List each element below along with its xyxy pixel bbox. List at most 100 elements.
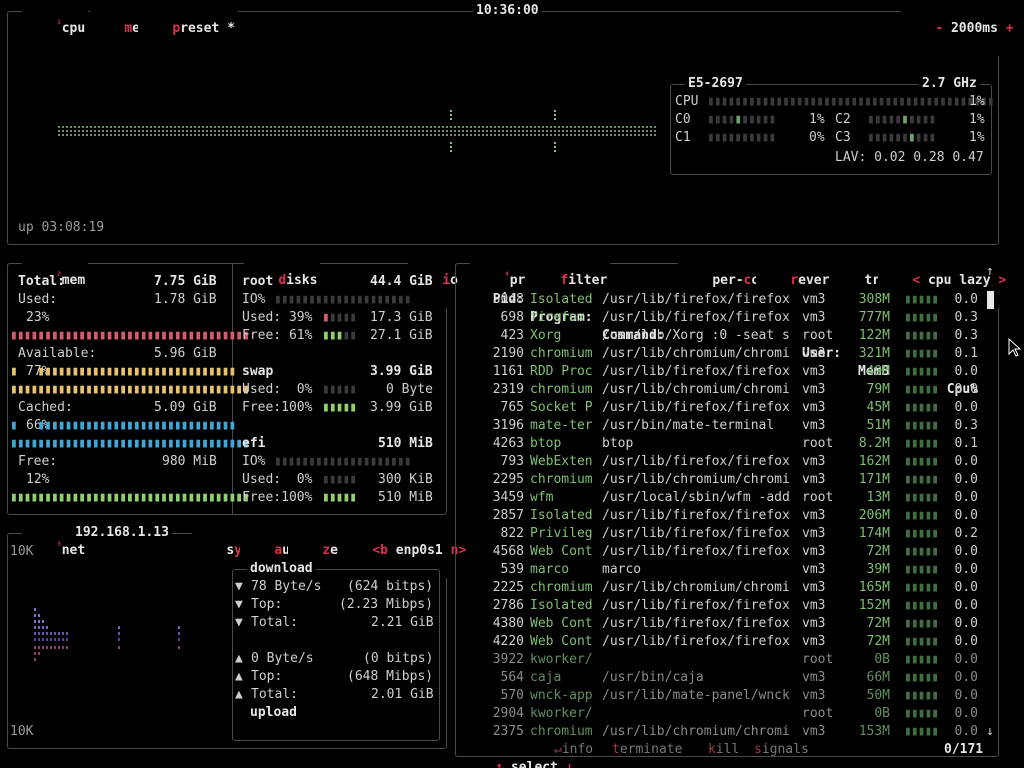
cpu-graph-dot	[334, 126, 336, 128]
cpu-graph-dot	[502, 130, 504, 132]
proc-row[interactable]: 4220 Web Cont/usr/lib/firefox/firefox vm3 7…	[456, 633, 998, 651]
proc-row[interactable]: 2786 Isolated/usr/lib/firefox/firefox vm3 1…	[456, 597, 998, 615]
cpu-graph-spike	[554, 142, 556, 144]
cpu-graph-dot	[98, 134, 100, 136]
cpu-graph-dot	[334, 134, 336, 136]
proc-command: /usr/lib/firefox/firefox	[602, 364, 790, 379]
proc-user: vm3	[802, 472, 826, 487]
cpu-graph-spike	[450, 146, 452, 148]
proc-pid: 4263	[492, 436, 524, 451]
proc-row[interactable]: 3048 Isolated/usr/lib/firefox/firefox vm3 3…	[456, 291, 998, 309]
upload-total-arrow: ▲	[235, 687, 243, 702]
kill-button[interactable]: kill	[708, 741, 739, 759]
cpu-graph-dot	[394, 134, 396, 136]
net-graph-bar	[38, 632, 40, 635]
proc-command: /usr/lib/firefox/firefox	[602, 598, 790, 613]
mem-used-meter: ▮▮▮▮▮▮▮▮▮▮▮▮▮▮▮▮▮▮▮▮▮▮▮▮▮▮▮▮▮▮▮▮▮▮▮	[10, 328, 250, 343]
interval-control[interactable]: - 2000ms +	[901, 2, 1017, 56]
proc-row[interactable]: 765 Socket P/usr/lib/firefox/firefox vm3 45…	[456, 399, 998, 417]
cpu-graph-dot	[370, 126, 372, 128]
proc-scrollbar-thumb[interactable]	[987, 291, 994, 309]
proc-mem: 321M	[858, 346, 890, 361]
proc-row[interactable]: 2190 chromium/usr/lib/chromium/chromi vm3 3…	[456, 345, 998, 363]
proc-row[interactable]: 4380 Web Cont/usr/lib/firefox/firefox vm3 7…	[456, 615, 998, 633]
cpu-graph-dot	[414, 130, 416, 132]
cpu-graph-dot	[438, 126, 440, 128]
proc-row[interactable]: 2225 chromium/usr/lib/chromium/chromi vm3 1…	[456, 579, 998, 597]
proc-pid: 2857	[492, 508, 524, 523]
cpu-graph-dot	[458, 134, 460, 136]
cpu-graph-dot	[418, 126, 420, 128]
proc-row[interactable]: 822 Privileg/usr/lib/firefox/firefox vm3 17…	[456, 525, 998, 543]
proc-row[interactable]: 3922 kworker/root 0B 0.0 ▮▮▮▮▮	[456, 651, 998, 669]
cpu-graph-spike	[554, 114, 556, 116]
cpu-graph-dot	[542, 130, 544, 132]
terminate-button[interactable]: terminate	[612, 741, 682, 759]
proc-mem: 122M	[858, 328, 890, 343]
proc-row[interactable]: 2857 Isolated/usr/lib/firefox/firefox vm3 2…	[456, 507, 998, 525]
proc-program: Isolated	[530, 598, 593, 613]
cpu-graph-dot	[454, 126, 456, 128]
cpu-graph-dot	[214, 134, 216, 136]
proc-row[interactable]: 698 firefox/usr/lib/firefox/firefox vm3 777…	[456, 309, 998, 327]
cpu-graph-dot	[90, 126, 92, 128]
proc-row[interactable]: 793 WebExten/usr/lib/firefox/firefox vm3 16…	[456, 453, 998, 471]
proc-program: Privileg	[530, 526, 593, 541]
proc-row[interactable]: 2904 kworker/root 0B 0.0 ▮▮▮▮▮	[456, 705, 998, 723]
cpu-graph-dot	[562, 134, 564, 136]
select-up-button[interactable]: ↑	[495, 760, 503, 768]
proc-row[interactable]: 423 Xorg/usr/lib/Xorg :0 -seat s root 122M 0…	[456, 327, 998, 345]
disk-root-io-label: IO%	[242, 292, 266, 307]
proc-row[interactable]: 2375 chromium/usr/lib/chromium/chromi vm3 1…	[456, 723, 998, 741]
cpu-graph-dot	[166, 134, 168, 136]
proc-pid: 2375	[492, 724, 524, 739]
cpu-graph-dot	[266, 126, 268, 128]
disk-root-size: 44.4 GiB	[370, 274, 433, 289]
proc-row[interactable]: 2319 chromium/usr/lib/chromium/chromi vm3 7…	[456, 381, 998, 399]
preset-button[interactable]: preset *	[138, 2, 238, 56]
net-graph-bar	[34, 626, 36, 629]
proc-row[interactable]: 564 caja/usr/bin/caja vm3 66M 0.0 ▮▮▮▮▮	[456, 669, 998, 687]
cpu-graph-dot	[182, 134, 184, 136]
mem-panel: ²mem disks io Total: 7.75 GiB Used: 1.78…	[7, 254, 461, 515]
proc-row[interactable]: 4568 Web Cont/usr/lib/firefox/firefox vm3 7…	[456, 543, 998, 561]
interval-minus-button[interactable]: -	[935, 21, 943, 36]
net-scale-bottom: 10K	[10, 724, 34, 739]
cpu-graph-dot	[630, 126, 632, 128]
proc-row[interactable]: 3196 mate-ter/usr/bin/mate-terminal vm3 51M…	[456, 417, 998, 435]
cpu-graph-dot	[154, 126, 156, 128]
cpu-graph-dot	[362, 126, 364, 128]
upload-total-label: Total:	[251, 687, 298, 702]
proc-cpu-graph: ▮▮▮▮▮	[904, 562, 939, 577]
cpu-graph-dot	[234, 134, 236, 136]
proc-mem: 308M	[858, 292, 890, 307]
interval-plus-button[interactable]: +	[1006, 21, 1014, 36]
select-down-button[interactable]: ↓	[566, 760, 574, 768]
cpu-graph-dot	[222, 130, 224, 132]
cpu-graph-dot	[222, 126, 224, 128]
proc-scroll-down-button[interactable]: ↓	[986, 723, 994, 741]
cpu-graph-dot	[402, 130, 404, 132]
signals-button[interactable]: signals	[754, 741, 809, 759]
proc-row[interactable]: 3459 wfm/usr/local/sbin/wfm -add root 13M 0.…	[456, 489, 998, 507]
info-button[interactable]: ↵info	[554, 741, 593, 759]
proc-row[interactable]: 1161 RDD Proc/usr/lib/firefox/firefox vm3 4…	[456, 363, 998, 381]
cpu-graph-dot	[346, 130, 348, 132]
cpu-graph-dot	[222, 134, 224, 136]
cpu-graph-dot	[410, 134, 412, 136]
proc-row[interactable]: 570 wnck-app/usr/lib/mate-panel/wnck vm3 50…	[456, 687, 998, 705]
proc-row[interactable]: 4263 btop btop root 8.2M 0.1 ▮▮▮▮▮	[456, 435, 998, 453]
net-graph-bar	[42, 632, 44, 635]
cpu-graph-dot	[586, 130, 588, 132]
proc-cpu-graph: ▮▮▮▮▮	[904, 688, 939, 703]
cpu-graph-dot	[142, 130, 144, 132]
cpu-graph-dot	[534, 130, 536, 132]
proc-cpu: 0.0	[954, 616, 978, 631]
proc-row[interactable]: 2295 chromium/usr/lib/chromium/chromi vm3 1…	[456, 471, 998, 489]
sort-next-button[interactable]: >	[998, 273, 1006, 288]
net-graph-bar	[46, 638, 48, 641]
cpu-label[interactable]: cpu	[62, 21, 85, 36]
cpu-graph-dot	[654, 134, 656, 136]
cpu-graph-dot	[574, 130, 576, 132]
proc-row[interactable]: 539 marco marco vm3 39M 0.0 ▮▮▮▮▮	[456, 561, 998, 579]
